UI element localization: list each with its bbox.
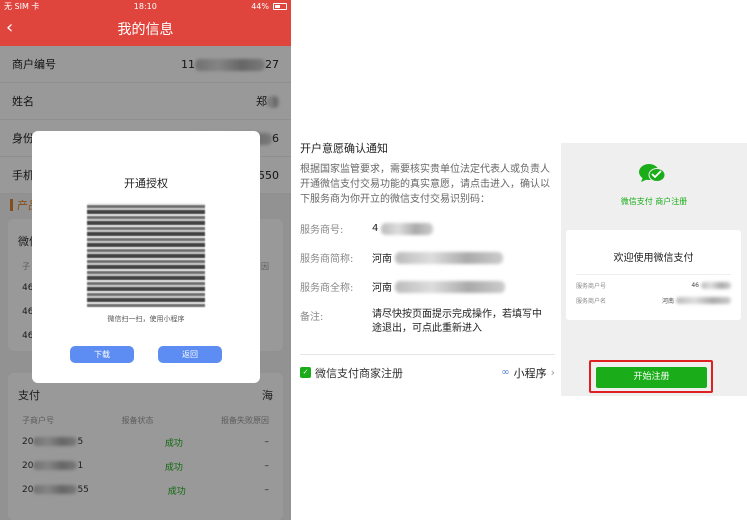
phone-screen: 无 SIM 卡 18:10 44% ‹ 我的信息 商户编号 11 27 姓名 郑 … <box>0 0 291 520</box>
link-icon: ∞ <box>501 367 510 378</box>
redacted-mask <box>676 297 731 304</box>
redacted-mask <box>395 251 503 264</box>
welcome-card: 欢迎使用微信支付 服务商户号 46 服务商户名 河南 <box>566 230 741 320</box>
mini-program-tag: 小程序 <box>513 366 547 380</box>
nav-bar: ‹ 我的信息 <box>0 12 291 46</box>
dialog-title: 开通授权 <box>124 177 168 190</box>
redacted-mask <box>381 222 434 235</box>
battery-icon <box>273 2 287 10</box>
account-intent-notice: 开户意愿确认通知 根据国家监管要求，需要核实贵单位法定代表人或负责人开通微信支付… <box>300 140 550 336</box>
mini-program-entry[interactable]: ✓ 微信支付商家注册 ∞ 小程序 › <box>300 354 555 390</box>
wechat-logo-icon <box>639 164 666 182</box>
mini-program-name: 微信支付商家注册 <box>315 366 403 380</box>
start-register-button[interactable]: 开始注册 <box>596 367 707 388</box>
chevron-right-icon: › <box>550 366 555 379</box>
mini-program-qr-code <box>87 203 205 307</box>
back-chevron-icon[interactable]: ‹ <box>6 17 13 38</box>
brand-title: 微信支付 商户注册 <box>620 197 688 206</box>
notice-body: 根据国家监管要求，需要核实贵单位法定代表人或负责人开通微信支付交易功能的真实意愿… <box>300 164 550 205</box>
authorization-dialog: 开通授权 微信扫一扫，使用小程序 下载 返回 <box>32 131 260 383</box>
redacted-mask <box>395 280 505 293</box>
field-provider-id: 服务商号: 4 <box>300 221 550 236</box>
field-note: 备注: 请尽快按页面提示完成操作，若填写中途退出，可点此重新进入 <box>300 309 542 334</box>
highlight-frame: 开始注册 <box>589 360 713 393</box>
wechat-pay-icon: ✓ <box>300 367 311 378</box>
redacted-mask <box>701 282 731 289</box>
page-title: 我的信息 <box>117 22 174 38</box>
carrier-text: 无 SIM 卡 <box>4 1 40 11</box>
notice-title: 开户意愿确认通知 <box>300 142 388 155</box>
status-bar: 无 SIM 卡 18:10 44% <box>0 0 291 12</box>
info-row: 服务商户名 河南 <box>566 296 741 305</box>
clock-text: 18:10 <box>133 1 157 11</box>
welcome-text: 欢迎使用微信支付 <box>613 253 694 264</box>
info-row: 服务商户号 46 <box>566 281 741 290</box>
qr-hint: 微信扫一扫，使用小程序 <box>107 315 185 323</box>
divider <box>576 274 731 275</box>
field-provider-full-name: 服务商全称: 河南 <box>300 279 550 294</box>
return-button[interactable]: 返回 <box>158 346 222 363</box>
wechat-register-screen: 微信支付 商户注册 欢迎使用微信支付 服务商户号 46 服务商户名 河南 开始注… <box>561 143 747 396</box>
field-provider-short-name: 服务商简称: 河南 <box>300 250 550 265</box>
battery-percent: 44% <box>251 1 269 11</box>
download-button[interactable]: 下载 <box>70 346 134 363</box>
